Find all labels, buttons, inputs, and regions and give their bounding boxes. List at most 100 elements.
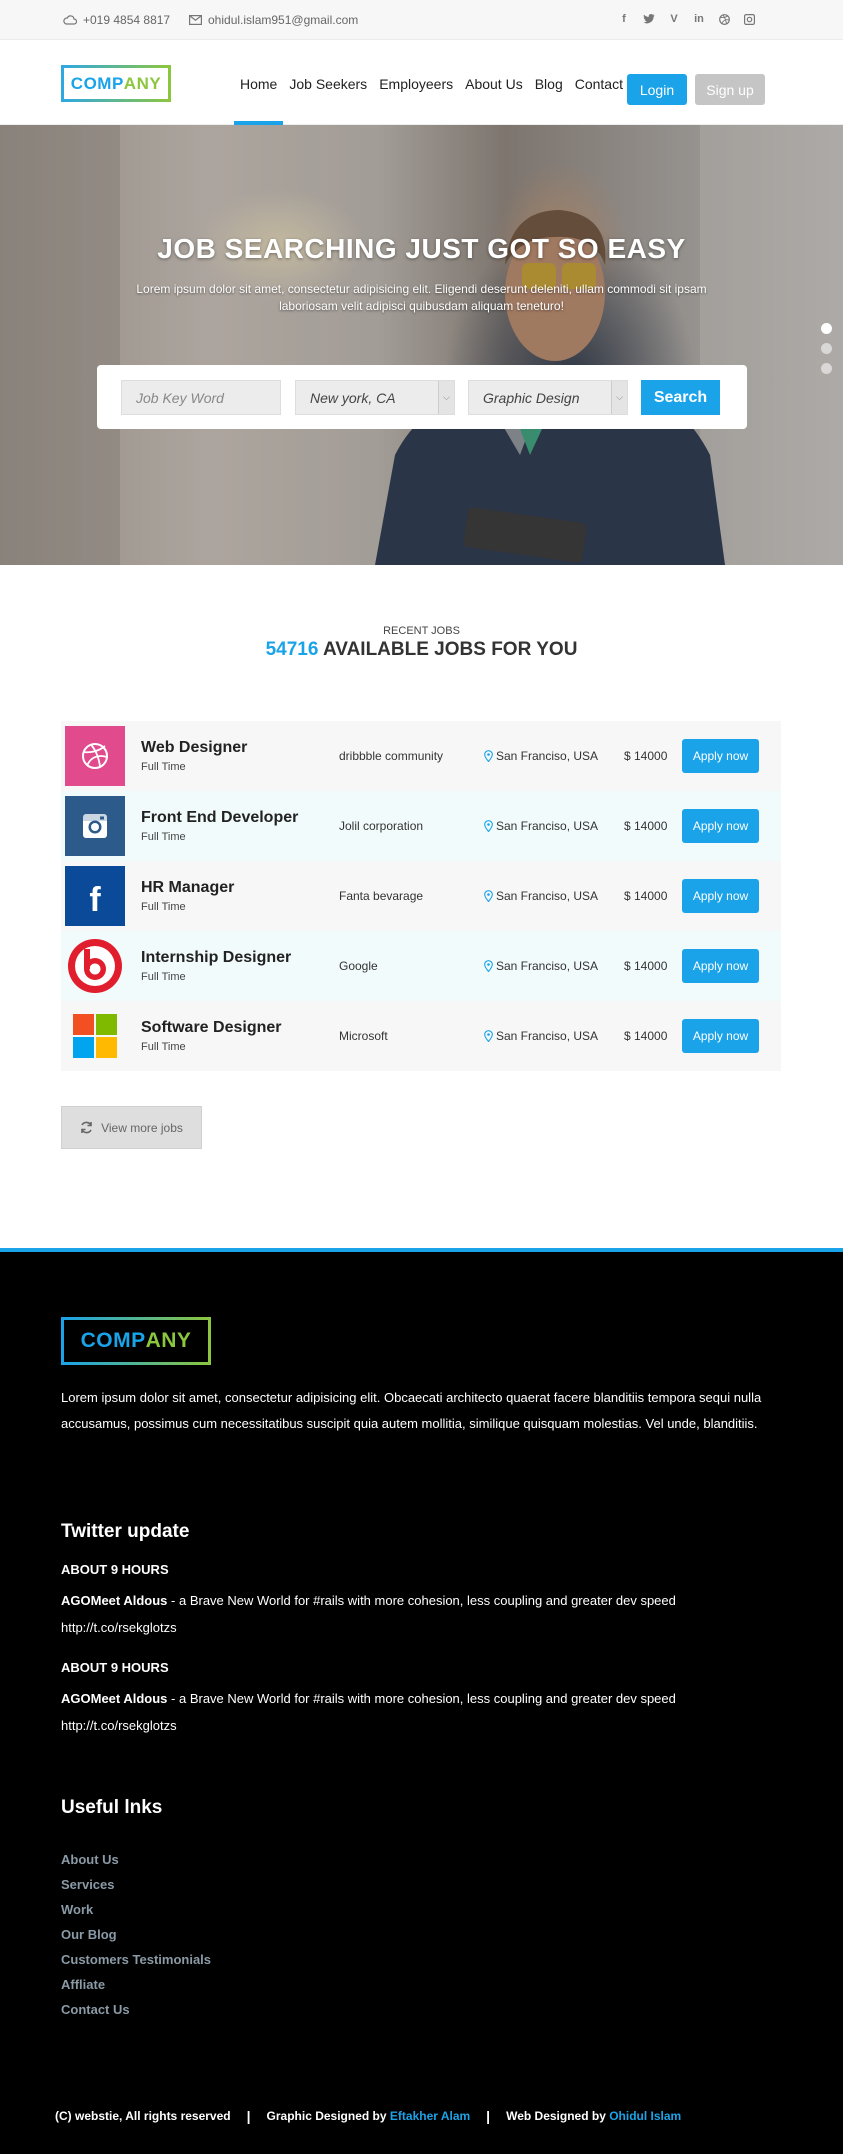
tweet-text: AGOMeet Aldous - a Brave New World for #… <box>61 1587 776 1641</box>
tweet-time: ABOUT 9 HOURS <box>61 1660 169 1675</box>
copyright-text: (C) webstie, All rights reserved <box>55 2109 231 2123</box>
tweet-user[interactable]: AGOMeet Aldous <box>61 1691 167 1706</box>
job-type: Full Time <box>141 901 186 913</box>
vine-icon[interactable]: V <box>668 12 680 26</box>
microsoft-logo-icon <box>65 1006 125 1066</box>
nav-about-us[interactable]: About Us <box>459 41 529 125</box>
footer-logo-part2: ANY <box>145 1329 192 1352</box>
map-pin-icon <box>484 750 493 762</box>
job-title[interactable]: Front End Developer <box>141 809 298 827</box>
instagram-icon[interactable] <box>743 12 755 26</box>
job-search-form: Job Key Word New york, CA ⌵ Graphic Desi… <box>97 365 747 429</box>
job-keyword-input[interactable]: Job Key Word <box>121 380 281 415</box>
logo-text-part2: ANY <box>123 73 162 93</box>
facebook-logo-icon: f <box>65 866 125 926</box>
footer-link-affliate[interactable]: Affliate <box>61 1972 211 1997</box>
divider: | <box>486 2108 491 2124</box>
job-row: Web Designer Full Time dribbble communit… <box>61 721 781 791</box>
map-pin-icon <box>484 890 493 902</box>
phone-contact: +019 4854 8817 <box>63 13 170 27</box>
chevron-down-icon: ⌵ <box>438 381 454 414</box>
social-links: f V in <box>618 12 755 26</box>
hero-overlay <box>0 125 843 565</box>
signup-button[interactable]: Sign up <box>695 74 765 105</box>
job-location: San Franciso, USA <box>484 959 598 973</box>
nav-job-seekers[interactable]: Job Seekers <box>283 41 373 125</box>
web-designer-link[interactable]: Ohidul Islam <box>609 2109 681 2123</box>
dribbble-icon[interactable] <box>718 12 730 26</box>
footer-link-work[interactable]: Work <box>61 1897 211 1922</box>
envelope-icon <box>189 15 202 25</box>
apply-now-button[interactable]: Apply now <box>682 739 759 773</box>
job-row: Internship Designer Full Time Google San… <box>61 931 781 1001</box>
hero-title: JOB SEARCHING JUST GOT SO EASY <box>157 233 686 264</box>
graphic-designer-link[interactable]: Eftakher Alam <box>390 2109 470 2123</box>
job-salary: $ 14000 <box>624 749 668 763</box>
job-location: San Franciso, USA <box>484 889 598 903</box>
nav-employeers[interactable]: Employeers <box>373 41 459 125</box>
category-select[interactable]: Graphic Design ⌵ <box>468 380 628 415</box>
job-list: Web Designer Full Time dribbble communit… <box>61 721 781 1071</box>
job-title[interactable]: Web Designer <box>141 739 247 757</box>
useful-links-heading: Useful lnks <box>61 1797 163 1818</box>
job-title[interactable]: Internship Designer <box>141 949 291 967</box>
map-pin-icon <box>484 1030 493 1042</box>
phone-text: +019 4854 8817 <box>83 13 171 27</box>
tweet-text: AGOMeet Aldous - a Brave New World for #… <box>61 1685 776 1739</box>
footer-link-our-blog[interactable]: Our Blog <box>61 1922 211 1947</box>
job-location-text: San Franciso, USA <box>496 1029 599 1043</box>
job-salary: $ 14000 <box>624 889 668 903</box>
refresh-icon <box>81 1121 92 1134</box>
nav-blog[interactable]: Blog <box>529 41 569 125</box>
hero-subtitle: Lorem ipsum dolor sit amet, consectetur … <box>136 282 707 313</box>
apply-now-button[interactable]: Apply now <box>682 949 759 983</box>
job-type: Full Time <box>141 761 186 773</box>
location-value: New york, CA <box>310 389 396 406</box>
footer-logo[interactable]: COMP ANY <box>61 1317 211 1365</box>
nav-contact[interactable]: Contact <box>569 41 629 125</box>
chevron-down-icon: ⌵ <box>611 381 627 414</box>
email-contact[interactable]: ohidul.islam951@gmail.com <box>189 13 358 27</box>
graphic-credit-prefix: Graphic Designed by <box>266 2109 387 2123</box>
job-company: Microsoft <box>339 1029 388 1043</box>
dribbble-logo-icon <box>65 726 125 786</box>
job-salary: $ 14000 <box>624 1029 668 1043</box>
job-salary: $ 14000 <box>624 819 668 833</box>
cloud-icon <box>63 15 77 25</box>
slider-dot[interactable] <box>821 363 832 374</box>
job-location-text: San Franciso, USA <box>496 749 599 763</box>
footer-link-about-us[interactable]: About Us <box>61 1847 211 1872</box>
tweet-user[interactable]: AGOMeet Aldous <box>61 1593 167 1608</box>
tweet-time: ABOUT 9 HOURS <box>61 1562 169 1577</box>
slider-dot[interactable] <box>821 323 832 334</box>
view-more-label: View more jobs <box>101 1120 183 1135</box>
job-title[interactable]: HR Manager <box>141 879 234 897</box>
job-title[interactable]: Software Designer <box>141 1019 281 1037</box>
view-more-jobs-button[interactable]: View more jobs <box>61 1106 202 1149</box>
logo[interactable]: COMP ANY <box>61 65 171 102</box>
hero-banner: JOB SEARCHING JUST GOT SO EASY Lorem ips… <box>0 125 843 565</box>
facebook-icon[interactable]: f <box>618 12 630 26</box>
apply-now-button[interactable]: Apply now <box>682 809 759 843</box>
footer-link-testimonials[interactable]: Customers Testimonials <box>61 1947 211 1972</box>
site-footer: COMP ANY Lorem ipsum dolor sit amet, cons… <box>0 1248 843 2154</box>
beats-logo-icon <box>65 936 125 996</box>
job-type: Full Time <box>141 1041 186 1053</box>
twitter-icon[interactable] <box>643 12 655 26</box>
email-text: ohidul.islam951@gmail.com <box>208 13 359 27</box>
footer-link-contact-us[interactable]: Contact Us <box>61 1997 211 2022</box>
job-location-text: San Franciso, USA <box>496 889 599 903</box>
slider-dot[interactable] <box>821 343 832 354</box>
category-value: Graphic Design <box>483 389 580 406</box>
footer-logo-part1: COMP <box>80 1329 146 1352</box>
nav-home[interactable]: Home <box>234 41 284 125</box>
job-location-text: San Franciso, USA <box>496 959 599 973</box>
apply-now-button[interactable]: Apply now <box>682 1019 759 1053</box>
search-button[interactable]: Search <box>641 380 720 415</box>
map-pin-icon <box>484 820 493 832</box>
footer-link-services[interactable]: Services <box>61 1872 211 1897</box>
apply-now-button[interactable]: Apply now <box>682 879 759 913</box>
login-button[interactable]: Login <box>627 74 687 105</box>
linkedin-icon[interactable]: in <box>693 12 705 26</box>
location-select[interactable]: New york, CA ⌵ <box>295 380 455 415</box>
